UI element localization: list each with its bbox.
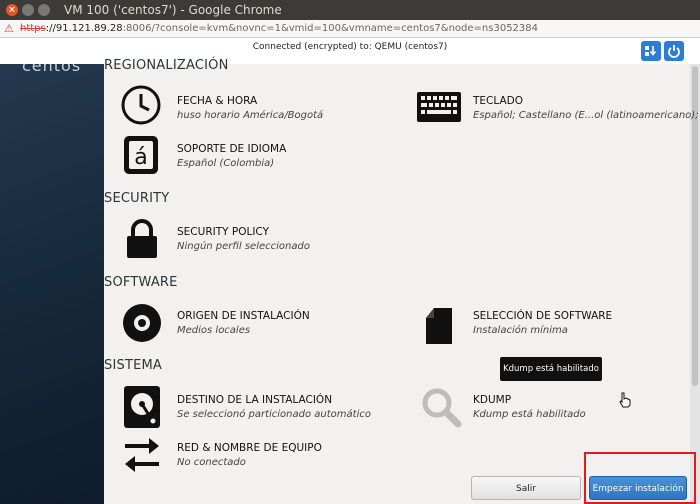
spoke-status: Ningún perfil seleccionado	[177, 241, 310, 252]
power-icon	[668, 45, 680, 58]
spoke-title: KDUMP	[473, 394, 512, 406]
disc-icon	[123, 304, 161, 342]
spoke-title: ORIGEN DE INSTALACIÓN	[177, 310, 310, 322]
lock-icon	[127, 219, 157, 258]
keyboard-arrows-icon	[645, 46, 657, 56]
window-titlebar: × VM 100 ('centos7') - Google Chrome	[0, 0, 700, 20]
hand-cursor-icon	[619, 392, 631, 408]
spoke-title: SECURITY POLICY	[177, 226, 269, 238]
language-icon: á	[124, 136, 158, 174]
section-regionalizacion: REGIONALIZACIÓN	[104, 58, 229, 73]
insecure-warning-icon[interactable]: ⚠	[4, 20, 14, 38]
connection-status: Connected (encrypted) to: QEMU (centos7)	[252, 42, 448, 52]
spoke-title: RED & NOMBRE DE EQUIPO	[177, 442, 322, 454]
spoke-status: huso horario América/Bogotá	[177, 110, 324, 121]
keyboard-icon	[417, 92, 461, 122]
kdump-tooltip: Kdump está habilitado	[500, 357, 602, 381]
spoke-status: Medios locales	[177, 325, 251, 336]
installation-summary-panel	[104, 64, 690, 504]
installer-sidebar: centos	[0, 64, 104, 504]
clock-icon	[121, 85, 161, 125]
empezar-instalacion-button[interactable]: Empezar instalación	[589, 476, 687, 500]
section-security: SECURITY	[104, 191, 170, 206]
close-window-button[interactable]: ×	[6, 4, 18, 16]
centos-logo: centos	[22, 64, 82, 75]
salir-button[interactable]: Salir	[471, 476, 581, 500]
minimize-window-button[interactable]	[22, 4, 34, 16]
spoke-title: DESTINO DE LA INSTALACIÓN	[177, 394, 333, 406]
spoke-status: Kdump está habilitado	[473, 409, 586, 420]
window-controls: ×	[6, 4, 50, 16]
package-icon	[426, 308, 452, 344]
address-bar[interactable]: ⚠ https://91.121.89.28:8006/?console=kvm…	[0, 20, 700, 38]
hard-drive-icon	[124, 386, 160, 428]
svg-text:á: á	[134, 145, 147, 170]
spoke-status: Instalación mínima	[473, 325, 568, 336]
power-button[interactable]	[664, 41, 684, 61]
spoke-title: FECHA & HORA	[177, 95, 258, 107]
section-sistema: SISTEMA	[104, 358, 163, 373]
url-text[interactable]: https://91.121.89.28:8006/?console=kvm&n…	[20, 20, 538, 38]
spoke-title: SOPORTE DE IDIOMA	[177, 143, 287, 155]
spoke-status: Se seleccionó particionado automático	[177, 409, 371, 420]
send-keys-button[interactable]	[641, 41, 661, 61]
network-arrows-icon	[125, 438, 159, 472]
spoke-title: TECLADO	[473, 95, 524, 107]
maximize-window-button[interactable]	[38, 4, 50, 16]
spoke-status: Español (Colombia)	[177, 158, 275, 169]
window-title: VM 100 ('centos7') - Google Chrome	[64, 3, 282, 17]
spoke-title: SELECCIÓN DE SOFTWARE	[473, 310, 613, 322]
section-software: SOFTWARE	[104, 275, 178, 290]
spoke-status: Español; Castellano (E...ol (latinoameri…	[473, 110, 699, 121]
magnifier-icon	[422, 388, 462, 428]
spoke-status: No conectado	[177, 457, 246, 468]
